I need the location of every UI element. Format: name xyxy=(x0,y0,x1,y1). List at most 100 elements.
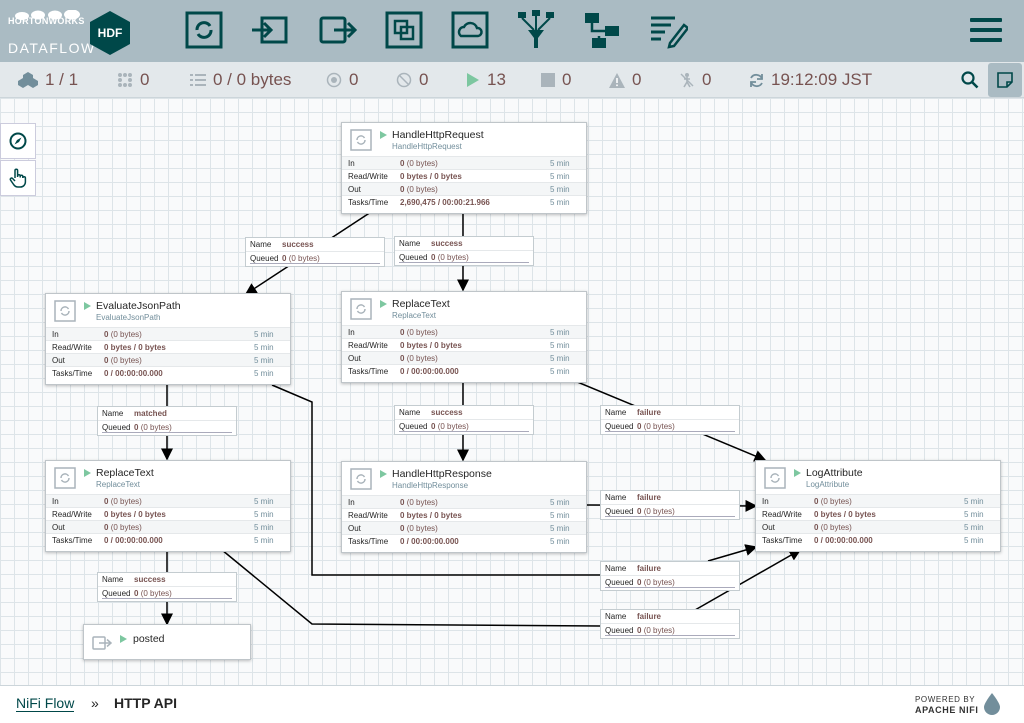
stat-value: 0 (0 bytes) xyxy=(104,495,254,507)
connection-name-row: Name matched xyxy=(98,407,236,420)
output-port-icon xyxy=(92,636,112,650)
queued-bytes: (0 bytes) xyxy=(288,254,320,263)
connection-label[interactable]: Name success Queued 0 (0 bytes) xyxy=(394,236,534,266)
queued-count: 0 xyxy=(431,422,436,431)
stat-label: Tasks/Time xyxy=(348,367,389,376)
stat-label: Out xyxy=(52,356,65,365)
process-group-icon[interactable] xyxy=(384,10,424,50)
stat-value: 0 bytes / 0 bytes xyxy=(104,510,166,519)
processor-name: HandleHttpResponse xyxy=(392,468,492,480)
funnel-icon[interactable] xyxy=(516,10,556,50)
hdf-badge: HDF xyxy=(90,11,130,55)
connection-label[interactable]: Name failure Queued 0 (0 bytes) xyxy=(600,490,740,520)
processor-handlehttpresponse[interactable]: HandleHttpResponse HandleHttpResponse In 0 … xyxy=(341,461,587,553)
hdf-badge-text: HDF xyxy=(98,26,123,40)
running-indicator-icon xyxy=(380,470,387,478)
menu-bar xyxy=(970,38,1002,42)
connection-name-key: Name xyxy=(399,239,421,248)
connection-name: success xyxy=(134,575,166,584)
navigate-button[interactable] xyxy=(0,123,36,159)
stat-count: 0 xyxy=(400,524,405,533)
breadcrumb-root-link[interactable]: NiFi Flow xyxy=(16,695,75,712)
stat-bytes: (0 bytes) xyxy=(406,328,438,337)
hortonworks-logo: HORTONWORKS DATAFLOW xyxy=(6,10,94,56)
stat-row-out: Out 0 (0 bytes) 5 min xyxy=(342,351,586,364)
processor-evaluatejsonpath[interactable]: EvaluateJsonPath EvaluateJsonPath In 0 (0 b… xyxy=(45,293,291,385)
stat-value: 0 (0 bytes) xyxy=(814,495,964,507)
connection-label[interactable]: Name failure Queued 0 (0 bytes) xyxy=(600,405,740,435)
stat-value: 0 / 00:00:00.000 xyxy=(104,369,163,378)
stat-label: Read/Write xyxy=(762,510,802,519)
stat-value: 0 / 00:00:00.000 xyxy=(104,536,163,545)
connection-name: success xyxy=(282,240,314,249)
connection-name-key: Name xyxy=(605,564,627,573)
stat-row-tasks: Tasks/Time 2,690,475 / 00:00:21.966 5 min xyxy=(342,195,586,208)
processor-icon[interactable] xyxy=(184,10,224,50)
connection-label[interactable]: Name failure Queued 0 (0 bytes) xyxy=(600,561,740,591)
remote-process-group-icon[interactable] xyxy=(450,10,490,50)
connection-name-key: Name xyxy=(605,408,627,417)
connection-label[interactable]: Name success Queued 0 (0 bytes) xyxy=(245,237,385,267)
connection-label[interactable]: Name success Queued 0 (0 bytes) xyxy=(97,572,237,602)
warning-icon xyxy=(609,72,625,88)
processor-icon xyxy=(764,467,786,489)
processor-handlehttprequest[interactable]: HandleHttpRequest HandleHttpRequest In 0 (0… xyxy=(341,122,587,214)
stat-row-in: In 0 (0 bytes) 5 min xyxy=(756,494,1000,507)
processor-replacetext-1[interactable]: ReplaceText ReplaceText In 0 (0 bytes) 5 min… xyxy=(45,460,291,552)
transmitting-status: 0 xyxy=(117,62,149,98)
connection-label[interactable]: Name matched Queued 0 (0 bytes) xyxy=(97,406,237,436)
stat-period: 5 min xyxy=(254,330,274,339)
global-menu-button[interactable] xyxy=(970,18,1002,44)
processor-stats: In 0 (0 bytes) 5 min Read/Write 0 bytes / 0 … xyxy=(342,495,586,547)
connection-line[interactable] xyxy=(221,549,601,627)
stat-value: 0 bytes / 0 bytes xyxy=(400,172,462,181)
stat-value: 2,690,475 / 00:00:21.966 xyxy=(400,198,490,207)
menu-bar xyxy=(970,28,1002,32)
search-button[interactable] xyxy=(953,64,987,96)
output-port-posted[interactable]: posted xyxy=(83,624,251,660)
compass-icon xyxy=(9,132,27,150)
input-port-icon[interactable] xyxy=(250,10,290,50)
stat-label: Read/Write xyxy=(348,172,388,181)
queued-bytes: (0 bytes) xyxy=(643,626,675,635)
stat-label: In xyxy=(348,498,355,507)
connection-label[interactable]: Name failure Queued 0 (0 bytes) xyxy=(600,609,740,639)
processor-type: EvaluateJsonPath xyxy=(96,313,161,322)
stat-bytes: (0 bytes) xyxy=(820,497,852,506)
connection-line[interactable] xyxy=(707,544,758,562)
processor-stats: In 0 (0 bytes) 5 min Read/Write 0 bytes / 0 … xyxy=(342,156,586,208)
connection-name-key: Name xyxy=(102,575,124,584)
disabled-count: 0 xyxy=(702,70,712,89)
stat-value: 0 (0 bytes) xyxy=(400,496,550,508)
disabled-icon xyxy=(680,73,694,88)
running-indicator-icon xyxy=(380,131,387,139)
connection-label[interactable]: Name success Queued 0 (0 bytes) xyxy=(394,405,534,435)
stat-row-tasks: Tasks/Time 0 / 00:00:00.000 5 min xyxy=(342,534,586,547)
stat-row-tasks: Tasks/Time 0 / 00:00:00.000 5 min xyxy=(756,533,1000,546)
connection-name-key: Name xyxy=(102,409,124,418)
search-icon xyxy=(961,71,979,89)
operate-button[interactable] xyxy=(0,160,36,196)
connection-name-row: Name failure xyxy=(601,491,739,504)
cluster-icon xyxy=(18,72,38,88)
invalid-count: 0 xyxy=(632,70,642,89)
output-port-icon[interactable] xyxy=(318,10,358,50)
flow-canvas[interactable]: HandleHttpRequest HandleHttpRequest In 0 (0… xyxy=(0,98,1024,685)
company-name: HORTONWORKS xyxy=(8,16,85,26)
connection-name: failure xyxy=(637,612,662,621)
template-icon[interactable] xyxy=(582,10,622,50)
queued-bytes: (0 bytes) xyxy=(437,422,469,431)
bulletin-board-button[interactable] xyxy=(988,63,1022,97)
stat-row-readwrite: Read/Write 0 bytes / 0 bytes 5 min xyxy=(46,340,290,353)
label-icon[interactable] xyxy=(648,10,688,50)
stat-period: 5 min xyxy=(550,537,570,546)
stat-value: 0 bytes / 0 bytes xyxy=(400,341,462,350)
processor-replacetext-2[interactable]: ReplaceText ReplaceText In 0 (0 bytes) 5 min… xyxy=(341,291,587,383)
queue-fill-bar xyxy=(102,432,232,433)
stat-label: In xyxy=(762,497,769,506)
processor-name: EvaluateJsonPath xyxy=(96,300,181,312)
queued-count: 0 xyxy=(431,253,436,262)
processor-logattribute[interactable]: LogAttribute LogAttribute In 0 (0 bytes) 5 m… xyxy=(755,460,1001,552)
stat-row-out: Out 0 (0 bytes) 5 min xyxy=(756,520,1000,533)
connection-name-row: Name failure xyxy=(601,406,739,419)
